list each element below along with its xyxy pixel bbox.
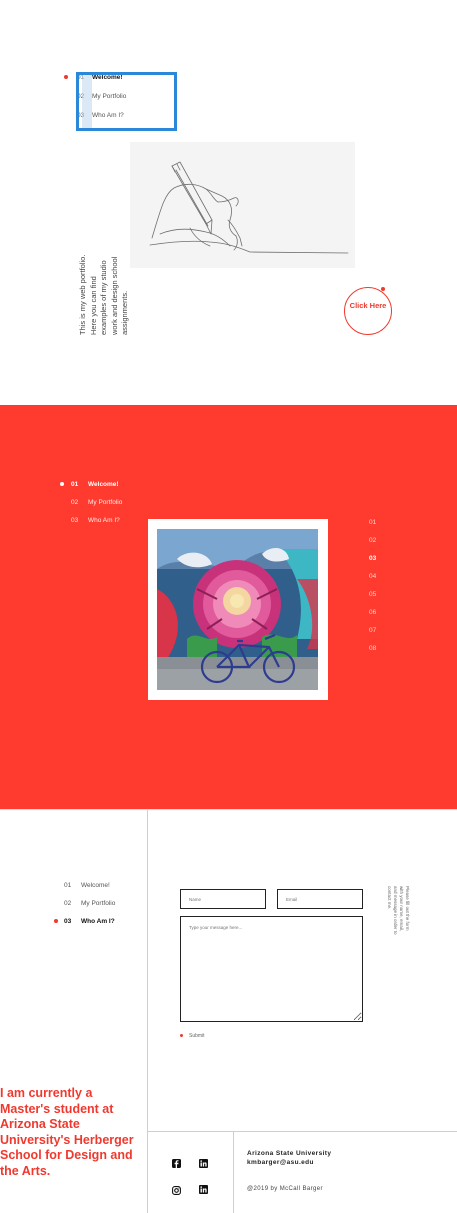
contact-instructions: Please fill out the form with your name,… — [387, 886, 410, 935]
submit-dot — [180, 1034, 183, 1037]
slide-number-05[interactable]: 05 — [369, 591, 376, 598]
active-indicator-dot — [64, 75, 68, 79]
linkedin-icon[interactable] — [199, 1185, 208, 1194]
click-here-button[interactable]: Click Here — [344, 287, 392, 335]
hand-drawing-illustration — [130, 142, 355, 268]
slide-number-06[interactable]: 06 — [369, 609, 376, 616]
nav-number: 03 — [64, 918, 72, 925]
button-accent-dot — [381, 287, 385, 291]
email-field[interactable] — [277, 889, 363, 909]
slide-number-07[interactable]: 07 — [369, 627, 376, 634]
linkedin-icon[interactable] — [199, 1159, 208, 1168]
slide-number-03[interactable]: 03 — [369, 555, 376, 562]
nav-number: 02 — [64, 900, 72, 907]
university-name: Arizona State University — [247, 1150, 332, 1157]
bio-text: I am currently a Master's student at Ari… — [0, 1086, 134, 1178]
about-section: 01 Welcome! 02 My Portfolio 03 Who Am I?… — [0, 809, 457, 1213]
submit-label: Submit — [189, 1033, 205, 1039]
copyright: @2019 by McCall Barger — [247, 1186, 323, 1192]
active-indicator-dot — [60, 482, 64, 486]
slide-number-02[interactable]: 02 — [369, 537, 376, 544]
nav-label: Welcome! — [81, 882, 110, 889]
footer-divider — [233, 1132, 234, 1213]
nav-item-welcome[interactable]: 01 Welcome! — [58, 477, 178, 493]
nav-number: 01 — [71, 481, 79, 488]
nav-label: My Portfolio — [88, 499, 123, 506]
nav-item-portfolio[interactable]: 02 My Portfolio — [58, 495, 178, 511]
nav-item-portfolio[interactable]: 02 My Portfolio — [52, 896, 152, 912]
instagram-icon[interactable] — [172, 1186, 181, 1195]
facebook-icon[interactable] — [172, 1159, 181, 1168]
active-indicator-dot — [54, 919, 58, 923]
nav-label: Who Am I? — [88, 517, 120, 524]
mural-bicycle-photo[interactable] — [157, 529, 318, 690]
portfolio-image-frame — [148, 519, 328, 700]
slide-number-01[interactable]: 01 — [369, 519, 376, 526]
slide-number-04[interactable]: 04 — [369, 573, 376, 580]
name-field[interactable] — [180, 889, 266, 909]
portfolio-section: 01 Welcome! 02 My Portfolio 03 Who Am I? — [0, 405, 457, 809]
nav-number: 01 — [64, 882, 72, 889]
focus-outline — [76, 72, 177, 131]
nav-item-welcome[interactable]: 01 Welcome! — [52, 878, 152, 894]
message-field[interactable] — [180, 916, 363, 1022]
nav-number: 02 — [71, 499, 79, 506]
nav-number: 03 — [71, 517, 79, 524]
welcome-section: 01 Welcome! 02 My Portfolio 03 Who Am I? — [0, 0, 457, 405]
nav-item-who-am-i[interactable]: 03 Who Am I? — [52, 914, 152, 930]
nav-label: Who Am I? — [81, 918, 115, 925]
slide-number-08[interactable]: 08 — [369, 645, 376, 652]
nav-label: My Portfolio — [81, 900, 116, 907]
nav-label: Welcome! — [88, 481, 119, 488]
email-link[interactable]: kmbarger@asu.edu — [247, 1159, 314, 1166]
intro-text: This is my web portfolio. Here you can f… — [78, 254, 129, 335]
footer: Arizona State University kmbarger@asu.ed… — [148, 1131, 457, 1213]
